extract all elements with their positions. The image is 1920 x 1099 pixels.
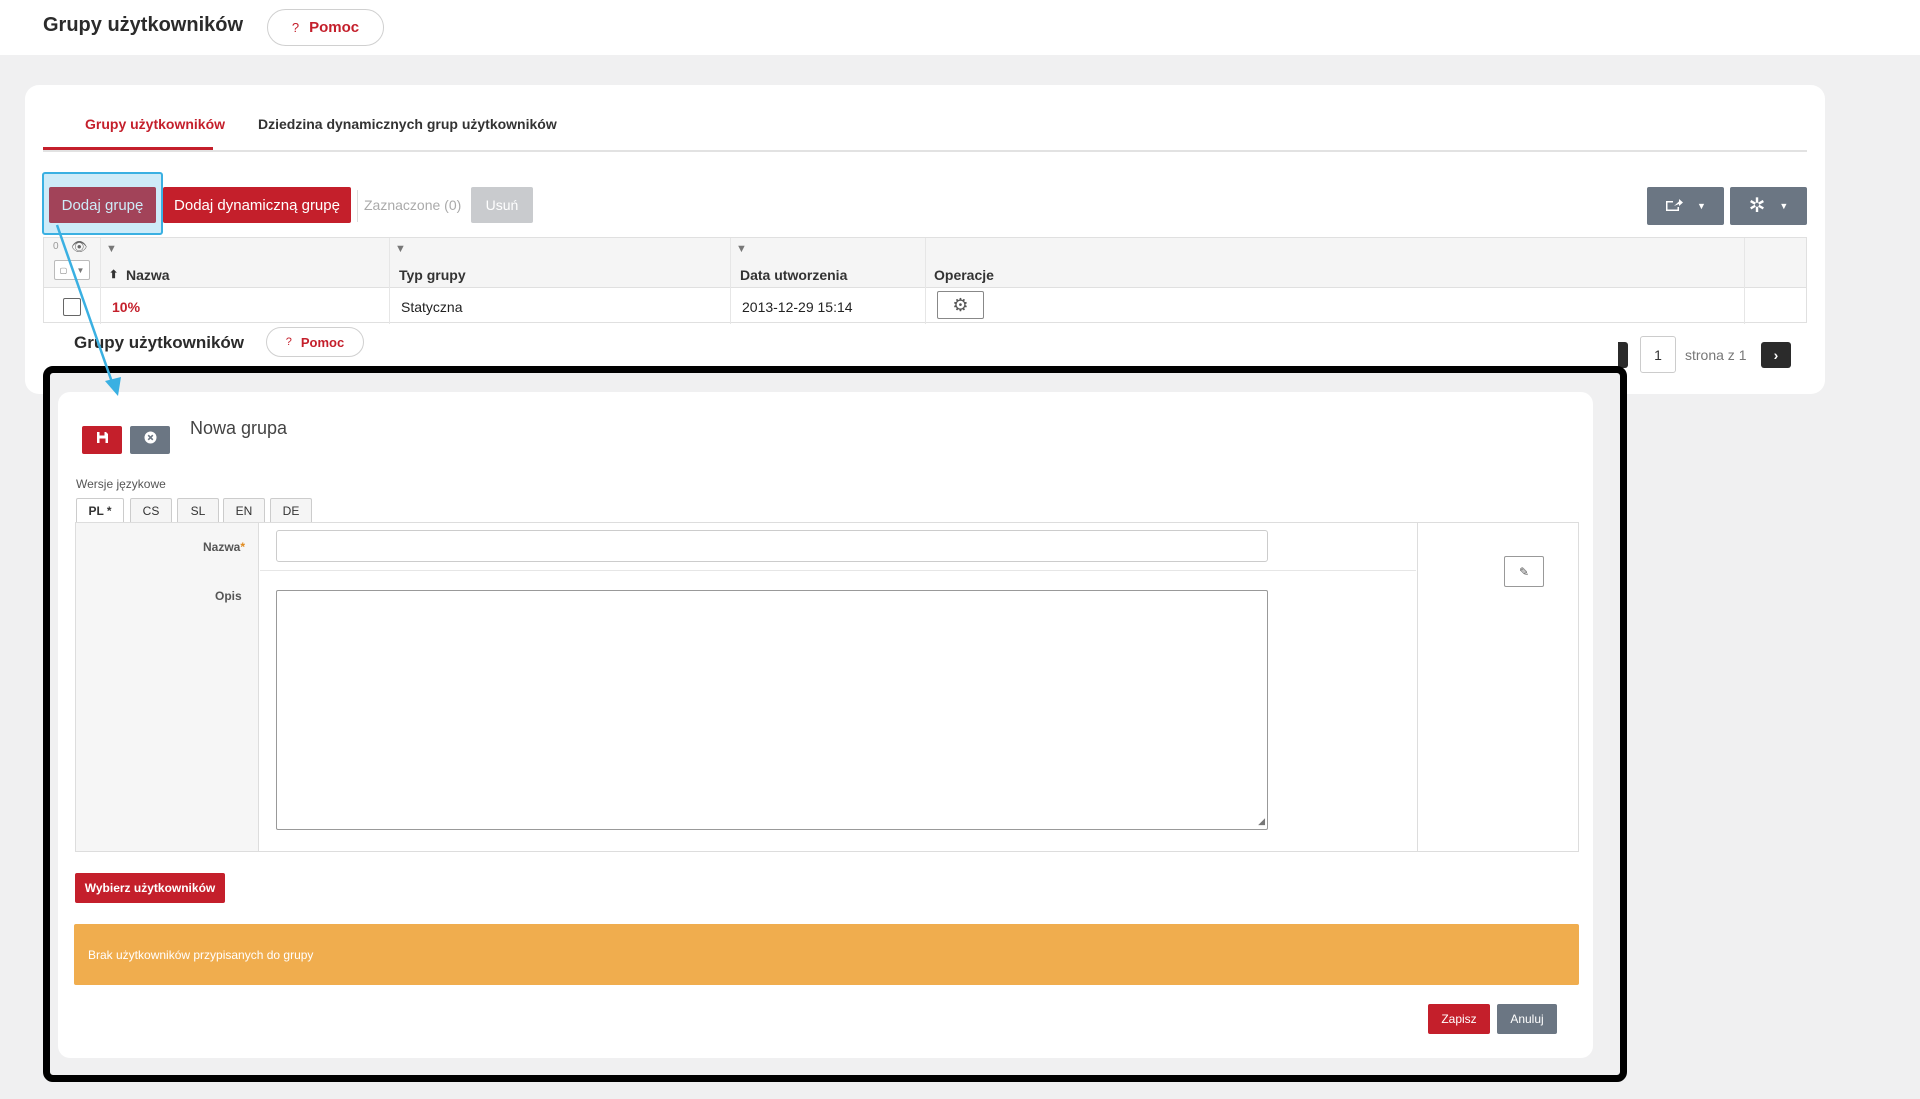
column-count: 0: [53, 241, 59, 252]
choose-users-button[interactable]: Wybierz użytkowników: [75, 873, 225, 903]
name-label: Nazwa*: [203, 540, 245, 554]
overlay-page-title: Grupy użytkowników: [74, 333, 245, 352]
description-label: Opis: [215, 589, 242, 603]
column-header-type[interactable]: Typ grupy: [399, 267, 466, 283]
sort-asc-icon[interactable]: ⬆: [109, 268, 118, 281]
group-created: 2013-12-29 15:14: [742, 299, 853, 315]
name-label-text: Nazwa: [203, 540, 241, 554]
tab-dynamic-groups-domain[interactable]: Dziedzina dynamicznych grup użytkowników: [258, 116, 557, 132]
language-versions-label: Wersje językowe: [76, 477, 166, 491]
lang-tab-cs[interactable]: CS: [130, 498, 172, 522]
page-of-label: strona z 1: [1685, 347, 1747, 363]
gear-icon: ⚙: [952, 294, 969, 315]
groups-table: 0 👁 ▢ ▼ ▼ ▼ ▼ ⬆ Nazwa Typ grupy Data utwo…: [43, 237, 1807, 324]
help-button[interactable]: ? Pomoc: [267, 9, 384, 46]
settings-dropdown-button[interactable]: ✲ ▼: [1730, 187, 1807, 225]
top-header: Grupy użytkowników ? Pomoc: [0, 0, 1920, 55]
chevron-down-icon: ▼: [1697, 201, 1706, 211]
save-icon-button[interactable]: [82, 426, 122, 454]
eye-icon[interactable]: 👁: [71, 239, 88, 255]
filter-icon[interactable]: ▼: [106, 243, 117, 255]
chevron-down-icon: ▼: [76, 265, 85, 275]
help-icon: ?: [291, 20, 300, 35]
checkbox-icon: ▢: [59, 265, 68, 275]
page-number-input[interactable]: 1: [1640, 336, 1676, 373]
group-name-link[interactable]: 10%: [112, 299, 140, 315]
column-header-created[interactable]: Data utworzenia: [740, 267, 847, 283]
save-button[interactable]: Zapisz: [1428, 1004, 1490, 1034]
lang-tab-sl[interactable]: SL: [177, 498, 219, 522]
filter-icon[interactable]: ▼: [395, 243, 406, 255]
select-all-dropdown[interactable]: ▢ ▼: [54, 260, 90, 280]
lang-tab-pl[interactable]: PL *: [76, 498, 124, 522]
add-dynamic-group-button[interactable]: Dodaj dynamiczną grupę: [163, 187, 351, 223]
active-tab-indicator: [43, 147, 213, 150]
page-title: Grupy użytkowników: [43, 14, 244, 36]
overlay-help-button[interactable]: ? Pomoc: [266, 327, 364, 357]
close-icon-button[interactable]: [130, 426, 170, 454]
floppy-icon: [96, 431, 109, 449]
column-header-operations: Operacje: [934, 267, 994, 283]
chevron-right-icon: ›: [1773, 347, 1779, 363]
form-fields-panel: Nazwa* Opis ◢: [75, 522, 1579, 852]
help-label: Pomoc: [309, 19, 360, 36]
lang-tab-de[interactable]: DE: [270, 498, 312, 522]
eraser-icon: ✎: [1518, 564, 1530, 579]
required-marker: *: [240, 540, 246, 554]
column-header-name[interactable]: Nazwa: [126, 267, 170, 283]
name-input[interactable]: [276, 530, 1268, 562]
no-users-alert: Brak użytkowników przypisanych do grupy: [74, 924, 1579, 985]
delete-button[interactable]: Usuń: [471, 187, 533, 223]
cancel-button[interactable]: Anuluj: [1497, 1004, 1557, 1034]
export-icon: [1665, 198, 1684, 215]
pager-prev-button[interactable]: [1618, 342, 1628, 368]
clear-button[interactable]: ✎: [1504, 556, 1544, 587]
tab-bar: Grupy użytkowników Dziedzina dynamicznyc…: [43, 85, 1807, 152]
chevron-down-icon: ▼: [1779, 201, 1789, 211]
filter-icon[interactable]: ▼: [736, 243, 747, 255]
pager-next-button[interactable]: ›: [1761, 342, 1791, 368]
description-textarea[interactable]: ◢: [276, 590, 1268, 830]
tools-icon: ✲: [1748, 195, 1766, 217]
toolbar-divider: [357, 190, 358, 222]
add-group-highlight: [42, 172, 163, 235]
export-dropdown-button[interactable]: ▼: [1647, 187, 1724, 225]
row-settings-button[interactable]: ⚙: [937, 291, 984, 319]
selected-count: Zaznaczone (0): [364, 197, 462, 213]
row-checkbox[interactable]: [63, 298, 81, 316]
help-label: Pomoc: [300, 334, 345, 350]
close-circle-icon: [144, 431, 157, 449]
labels-column: [76, 523, 259, 851]
help-icon: ?: [285, 336, 292, 348]
tab-user-groups[interactable]: Grupy użytkowników: [85, 116, 225, 132]
group-type: Statyczna: [401, 299, 463, 315]
lang-tab-en[interactable]: EN: [223, 498, 265, 522]
resize-handle-icon[interactable]: ◢: [1258, 816, 1265, 827]
form-title: Nowa grupa: [190, 418, 288, 438]
